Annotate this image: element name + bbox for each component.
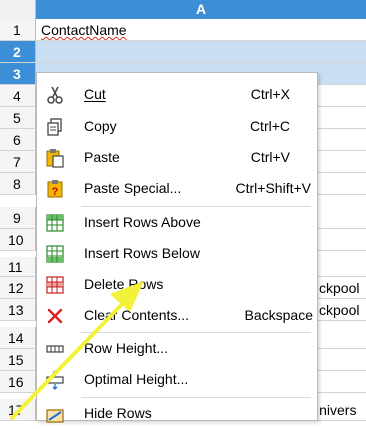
row-number[interactable]: 6 xyxy=(0,129,36,151)
optimal-height-icon xyxy=(45,370,65,390)
menu-item-insert-rows-above[interactable]: Insert Rows Above xyxy=(37,207,317,238)
row-number[interactable]: 10 xyxy=(0,229,36,251)
menu-item-label: Copy xyxy=(84,118,117,134)
insert-rows-above-icon xyxy=(45,213,65,233)
paste-icon xyxy=(45,148,65,168)
column-header-a[interactable]: A xyxy=(36,0,366,19)
menu-item-shortcut: Ctrl+C xyxy=(249,118,290,134)
row-number[interactable]: 1 xyxy=(0,19,36,41)
menu-item-shortcut: Ctrl+X xyxy=(250,86,290,102)
svg-text:?: ? xyxy=(52,186,59,198)
menu-item-copy[interactable]: Copy Ctrl+C xyxy=(37,111,317,142)
menu-item-label: Delete Rows xyxy=(84,276,164,292)
menu-item-label: Paste Special... xyxy=(84,180,182,196)
row-number[interactable]: 17 xyxy=(0,399,36,421)
menu-item-paste-special[interactable]: ? Paste Special... Ctrl+Shift+V xyxy=(37,173,317,204)
row-number[interactable]: 2 xyxy=(0,41,36,63)
copy-icon xyxy=(45,117,65,137)
menu-item-paste[interactable]: Paste Ctrl+V xyxy=(37,142,317,173)
menu-item-clear-contents[interactable]: Clear Contents... Backspace xyxy=(37,300,317,331)
menu-item-label: Optimal Height... xyxy=(84,371,189,387)
menu-item-label: Cut xyxy=(84,86,106,102)
paste-special-icon: ? xyxy=(45,179,65,199)
row-number[interactable]: 16 xyxy=(0,371,36,393)
row-number[interactable]: 7 xyxy=(0,151,36,173)
menu-item-label: Hide Rows xyxy=(84,405,152,421)
row-number[interactable]: 9 xyxy=(0,207,36,229)
select-all-corner[interactable] xyxy=(0,0,36,19)
menu-item-insert-rows-below[interactable]: Insert Rows Below xyxy=(37,238,317,269)
cell[interactable] xyxy=(36,41,366,63)
row-height-icon xyxy=(45,339,65,359)
menu-item-row-height[interactable]: Row Height... xyxy=(37,333,317,364)
row-number[interactable]: 15 xyxy=(0,349,36,371)
row-number[interactable]: 12 xyxy=(0,277,36,299)
insert-rows-below-icon xyxy=(45,244,65,264)
row-number[interactable]: 13 xyxy=(0,299,36,321)
menu-item-optimal-height[interactable]: Optimal Height... xyxy=(37,364,317,395)
clear-contents-icon xyxy=(45,306,65,326)
menu-item-label: Insert Rows Above xyxy=(84,214,201,230)
hide-rows-icon xyxy=(45,404,65,424)
menu-item-hide-rows[interactable]: Hide Rows xyxy=(37,398,317,429)
sheet-row[interactable]: 2 xyxy=(0,41,366,63)
row-number[interactable]: 14 xyxy=(0,327,36,349)
cell[interactable]: ContactName xyxy=(36,19,366,41)
row-number[interactable]: 5 xyxy=(0,107,36,129)
menu-item-label: Clear Contents... xyxy=(84,307,190,323)
menu-item-label: Paste xyxy=(84,149,120,165)
row-number[interactable]: 11 xyxy=(0,257,36,277)
menu-item-shortcut: Ctrl+V xyxy=(250,149,290,165)
menu-item-label: Insert Rows Below xyxy=(84,245,200,261)
row-context-menu: Cut Ctrl+X Copy Ctrl+C Paste Ctrl+V ? Pa… xyxy=(36,72,318,423)
sheet-row[interactable]: 1 ContactName xyxy=(0,19,366,41)
menu-item-shortcut: Backspace xyxy=(244,307,313,323)
menu-item-shortcut: Ctrl+Shift+V xyxy=(235,180,311,196)
row-number[interactable]: 4 xyxy=(0,85,36,107)
menu-item-delete-rows[interactable]: Delete Rows xyxy=(37,269,317,300)
menu-item-cut[interactable]: Cut Ctrl+X xyxy=(37,79,317,110)
delete-rows-icon xyxy=(45,275,65,295)
scissors-icon xyxy=(45,85,65,105)
row-number[interactable]: 3 xyxy=(0,63,36,85)
row-number[interactable]: 8 xyxy=(0,173,36,195)
menu-item-label: Row Height... xyxy=(84,340,169,356)
